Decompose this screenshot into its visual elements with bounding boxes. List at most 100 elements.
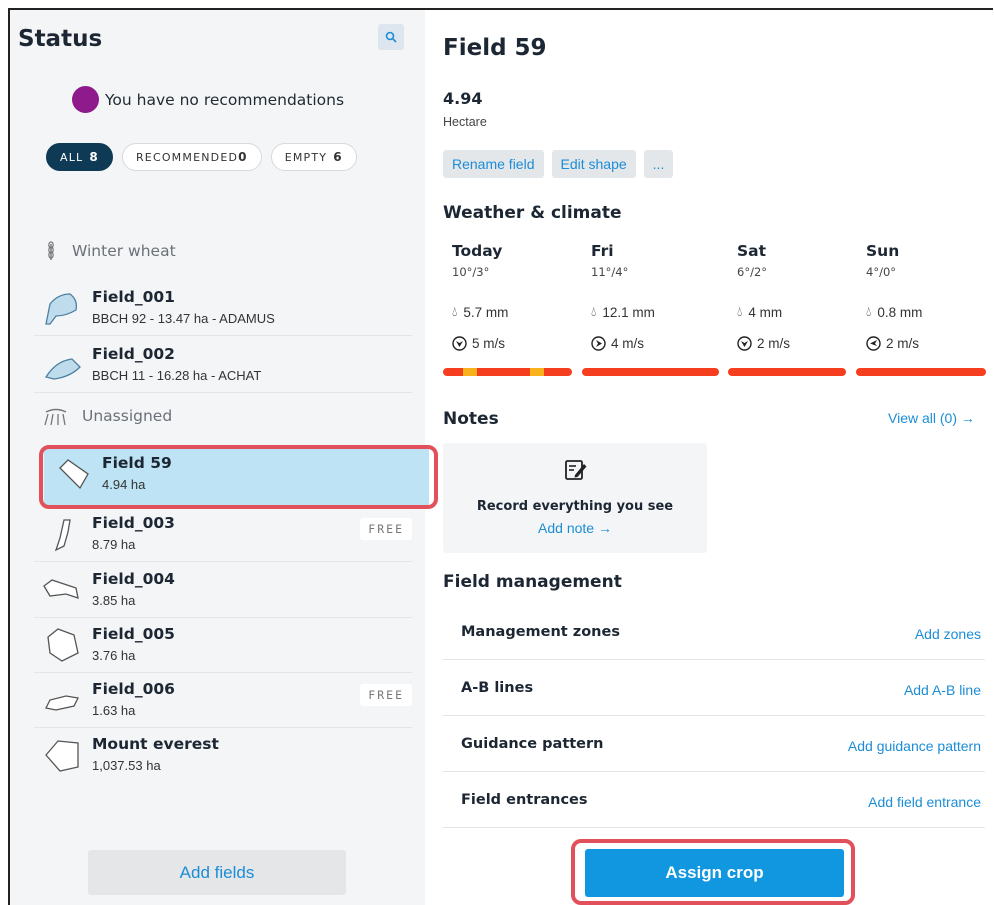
field-shape-icon [45, 293, 78, 325]
mgmt-label: Field entrances [461, 792, 588, 808]
weather-day-fri: Fri 11°/4° 💧︎ 12.1 mm 4 m/s [591, 242, 655, 351]
field-shape-icon [44, 358, 81, 380]
sidebar-title: Status [18, 26, 103, 52]
weather-day-sat: Sat 6°/2° 💧︎ 4 mm 2 m/s [737, 242, 790, 351]
group-header-unassigned: Unassigned [44, 406, 172, 426]
note-edit-icon [565, 460, 587, 480]
spray-window-bar-fri [582, 368, 719, 376]
add-ab-line-link[interactable]: Add A-B line [904, 682, 981, 698]
field-item-mount-everest[interactable]: Mount everest 1,037.53 ha [34, 727, 412, 783]
field-details: 1,037.53 ha [92, 758, 161, 773]
chip-count: 0 [238, 150, 248, 164]
field-item-field-003[interactable]: Field_003 8.79 ha FREE [34, 506, 412, 562]
recommendation-text: You have no recommendations [105, 90, 345, 109]
day-rain: 💧︎ 0.8 mm [866, 304, 922, 320]
day-rain: 💧︎ 4 mm [737, 304, 782, 320]
day-name: Sat [737, 242, 767, 260]
chip-label: EMPTY [284, 150, 328, 164]
field-name: Mount everest [92, 735, 219, 753]
field-details: 1.63 ha [92, 703, 136, 718]
mgmt-label: Management zones [461, 624, 620, 640]
field-details: 3.76 ha [92, 648, 136, 663]
field-item-field-005[interactable]: Field_005 3.76 ha [34, 617, 412, 673]
field-item-field-006[interactable]: Field_006 1.63 ha FREE [34, 672, 412, 728]
filter-chip-recommended[interactable]: RECOMMENDED 0 [121, 143, 262, 171]
spray-window-ok-segment [463, 368, 477, 376]
day-rain: 💧︎ 12.1 mm [591, 304, 655, 320]
field-name: Field_004 [92, 570, 175, 588]
search-button[interactable] [378, 24, 404, 50]
mgmt-row-entrances: Field entrances Add field entrance [443, 772, 985, 828]
group-header-winter-wheat: Winter wheat [44, 241, 176, 261]
filter-chip-all[interactable]: ALL 8 [46, 143, 113, 171]
add-guidance-pattern-link[interactable]: Add guidance pattern [848, 738, 981, 754]
field-details: 8.79 ha [92, 537, 136, 552]
edit-shape-button[interactable]: Edit shape [551, 150, 636, 178]
add-fields-button[interactable]: Add fields [88, 850, 346, 895]
field-area-value: 4.94 [443, 89, 483, 108]
wind-direction-icon [737, 336, 752, 351]
day-temps: 11°/4° [591, 265, 629, 279]
rain-value: 0.8 mm [877, 304, 923, 320]
rename-field-button[interactable]: Rename field [443, 150, 544, 178]
mgmt-row-ab-lines: A-B lines Add A-B line [443, 660, 985, 716]
day-name: Fri [591, 242, 614, 260]
field-item-field-002[interactable]: Field_002 BBCH 11 - 16.28 ha - ACHAT [34, 337, 412, 393]
recommendation-status: You have no recommendations [72, 86, 344, 113]
field-name: Field_003 [92, 514, 175, 532]
day-temps: 6°/2° [737, 265, 768, 279]
field-area-unit: Hectare [443, 115, 487, 129]
add-note-link[interactable]: Add note → [443, 520, 707, 536]
day-wind: 2 m/s [866, 336, 919, 351]
weather-day-sun: Sun 4°/0° 💧︎ 0.8 mm 2 m/s [866, 242, 922, 351]
field-title: Field 59 [443, 35, 547, 61]
filter-chip-empty[interactable]: EMPTY 6 [270, 143, 357, 171]
wind-direction-icon [452, 336, 467, 351]
field-item-field-004[interactable]: Field_004 3.85 ha [34, 562, 412, 618]
day-name: Sun [866, 242, 900, 260]
add-zones-link[interactable]: Add zones [915, 626, 981, 642]
wind-value: 2 m/s [757, 336, 791, 351]
raindrop-icon: 💧︎ [737, 304, 743, 319]
chip-label: ALL [60, 150, 84, 164]
spray-window-bar-sat [728, 368, 846, 376]
spray-window-bar-today [443, 368, 572, 376]
chip-count: 8 [89, 150, 99, 164]
mgmt-label: A-B lines [461, 680, 534, 696]
wind-value: 4 m/s [611, 336, 645, 351]
field-shape-icon [45, 740, 79, 772]
field-name: Field_006 [92, 680, 175, 698]
field-shape-icon [47, 628, 79, 662]
recommendation-dot [72, 86, 99, 113]
chip-label: RECOMMENDED [135, 150, 239, 164]
day-name: Today [452, 242, 503, 260]
day-wind: 4 m/s [591, 336, 644, 351]
wind-direction-icon [591, 336, 606, 351]
spray-window-bar-sun [856, 368, 986, 376]
view-all-notes-link[interactable]: View all (0) → [888, 410, 975, 426]
group-label: Winter wheat [72, 242, 176, 260]
raindrop-icon: 💧︎ [591, 304, 597, 319]
rain-value: 12.1 mm [602, 304, 655, 320]
filter-chips: ALL 8 RECOMMENDED 0 EMPTY 6 [46, 143, 357, 171]
note-card: Record everything you see Add note → [443, 443, 707, 553]
field-management-title: Field management [443, 572, 622, 592]
field-details: BBCH 92 - 13.47 ha - ADAMUS [92, 311, 275, 326]
add-field-entrance-link[interactable]: Add field entrance [868, 794, 981, 810]
field-item-field-001[interactable]: Field_001 BBCH 92 - 13.47 ha - ADAMUS [34, 280, 412, 336]
day-rain: 💧︎ 5.7 mm [452, 304, 508, 320]
field-shape-icon [43, 579, 79, 599]
field-shape-icon [54, 519, 71, 552]
wind-value: 2 m/s [886, 336, 920, 351]
day-temps: 10°/3° [452, 265, 490, 279]
notes-section-title: Notes [443, 409, 499, 429]
assign-crop-button[interactable]: Assign crop [585, 849, 844, 897]
more-actions-button[interactable]: ... [643, 150, 674, 178]
free-badge: FREE [360, 684, 412, 706]
mgmt-label: Guidance pattern [461, 736, 604, 752]
wheat-icon [48, 241, 54, 260]
weather-day-today: Today 10°/3° 💧︎ 5.7 mm 5 m/s [452, 242, 508, 351]
day-temps: 4°/0° [866, 265, 897, 279]
weather-section-title: Weather & climate [443, 203, 622, 223]
field-name: Field_005 [92, 625, 175, 643]
